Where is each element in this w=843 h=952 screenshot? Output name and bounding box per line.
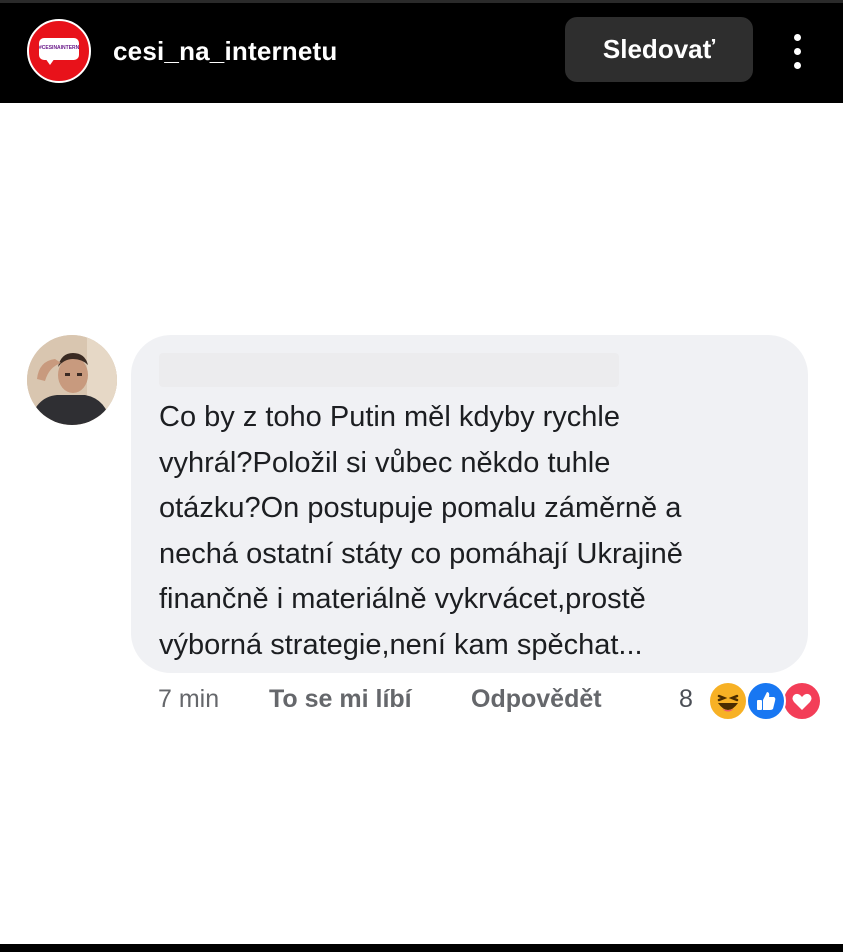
reply-button[interactable]: Odpovědět — [471, 685, 602, 714]
speech-bubble-tail — [45, 58, 55, 65]
dot — [794, 34, 801, 41]
person-photo-icon — [27, 335, 117, 425]
dot — [794, 62, 801, 69]
thumbs-up-shape — [757, 692, 776, 710]
bottom-bar — [0, 944, 843, 952]
account-username[interactable]: cesi_na_internetu — [113, 36, 338, 67]
comment-timestamp[interactable]: 7 min — [158, 685, 219, 714]
reaction-icons[interactable] — [708, 681, 822, 721]
post-header: #ČEŠINAINTERNETU cesi_na_internetu Sledo… — [0, 0, 843, 103]
header-divider — [0, 0, 843, 3]
love-icon — [782, 681, 822, 721]
like-icon — [746, 681, 786, 721]
more-options-icon[interactable] — [788, 32, 808, 70]
like-button[interactable]: To se mi líbí — [269, 685, 412, 714]
heart-shape — [792, 693, 812, 710]
logo-text: #ČEŠINAINTERNETU — [39, 45, 79, 51]
comment-bubble: Co by z toho Putin měl kdyby rychle vyhr… — [131, 335, 808, 673]
comment-line: výborná strategie,není kam spěchat... — [159, 628, 643, 661]
redacted-commenter-name — [159, 353, 619, 387]
comment-line: vyhrál?Položil si vůbec někdo tuhle — [159, 446, 611, 479]
comment-line: finančně i materiálně vykrvácet,prostě — [159, 583, 646, 615]
profile-avatar-logo[interactable]: #ČEŠINAINTERNETU — [27, 19, 91, 83]
comment-line: otázku?On postupuje pomalu záměrně a — [159, 492, 682, 524]
haha-icon — [708, 681, 748, 721]
dot — [794, 48, 801, 55]
comment-text: Co by z toho Putin měl kdyby rychle vyhr… — [159, 395, 794, 668]
follow-button[interactable]: Sledovať — [565, 17, 753, 82]
reaction-count[interactable]: 8 — [679, 685, 693, 714]
comment-line: nechá ostatní státy co pomáhají Ukrajině — [159, 537, 683, 570]
haha-face — [717, 694, 739, 712]
commenter-avatar[interactable] — [27, 335, 117, 425]
comment-line: Co by z toho Putin měl kdyby rychle — [159, 401, 620, 433]
